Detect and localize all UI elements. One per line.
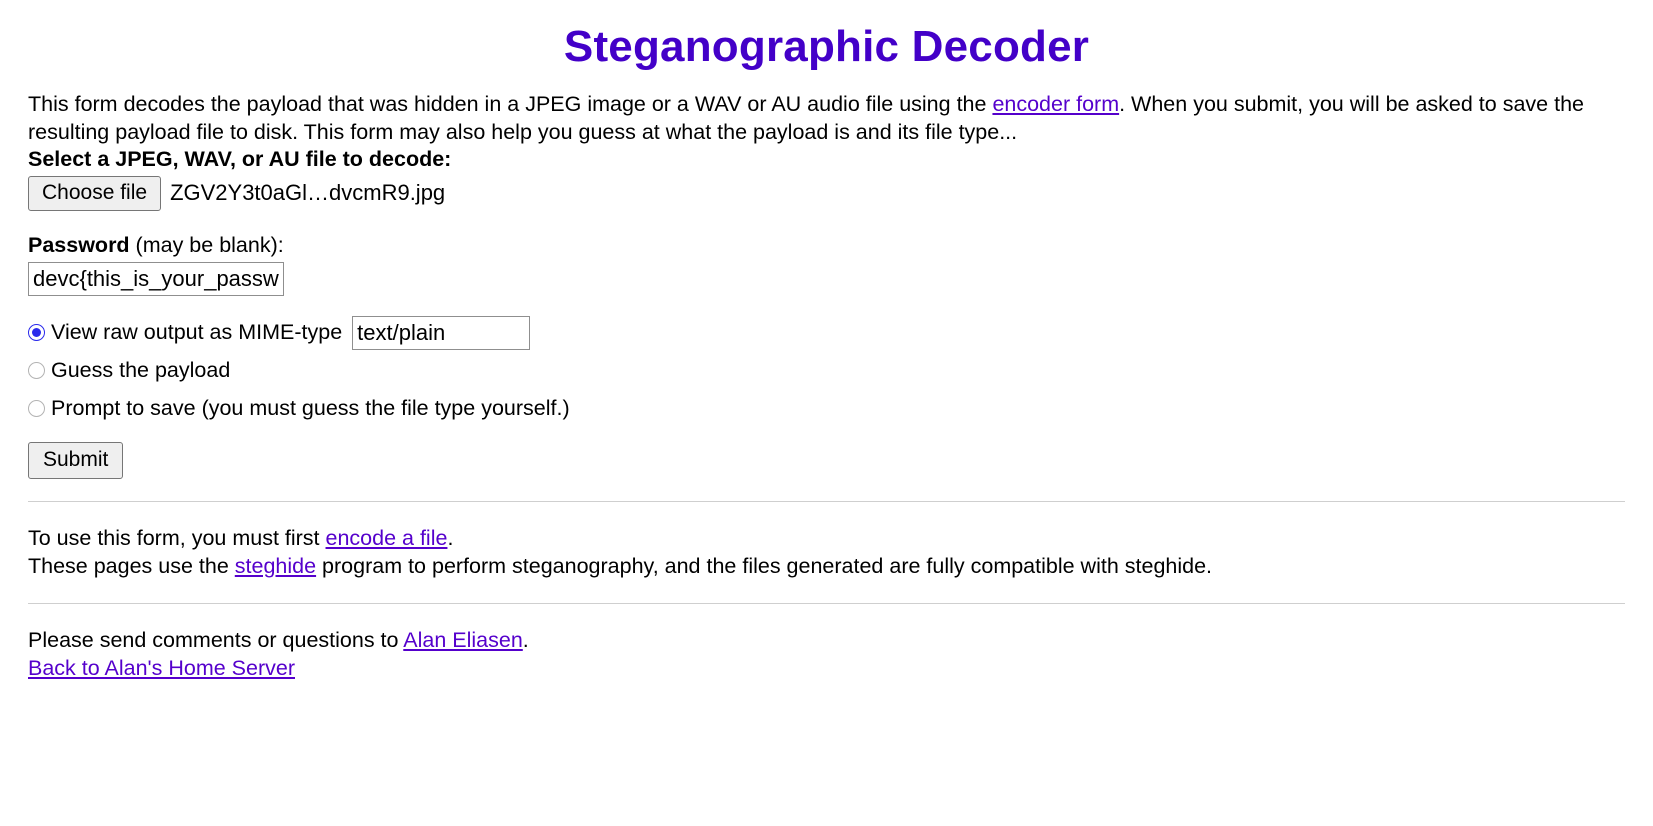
password-input[interactable] xyxy=(28,261,284,296)
mime-type-input[interactable] xyxy=(352,315,531,350)
password-label-bold: Password xyxy=(28,232,130,257)
file-input-row: Choose file ZGV2Y3t0aGl…dvcmR9.jpg xyxy=(28,175,1625,211)
intro-paragraph: This form decodes the payload that was h… xyxy=(28,90,1625,147)
radio-view-raw-icon[interactable] xyxy=(28,324,45,342)
contact-note-before: Please send comments or questions to xyxy=(28,627,404,652)
option-guess-payload-label: Guess the payload xyxy=(51,358,231,383)
steghide-note-after: program to perform steganography, and th… xyxy=(316,554,1213,579)
selected-file-name: ZGV2Y3t0aGl…dvcmR9.jpg xyxy=(170,180,446,206)
encode-note-after: . xyxy=(447,525,454,550)
alan-eliasen-link[interactable]: Alan Eliasen xyxy=(403,628,523,652)
file-field-label-text: Select a JPEG, WAV, or AU file to decode… xyxy=(28,146,452,171)
divider-bottom xyxy=(28,602,1625,604)
encoder-form-link[interactable]: encoder form xyxy=(992,92,1119,116)
page-container: Steganographic Decoder This form decodes… xyxy=(0,22,1653,682)
output-options-group: View raw output as MIME-type Guess the p… xyxy=(28,315,1625,424)
encode-a-file-link[interactable]: encode a file xyxy=(326,526,448,550)
radio-prompt-save-icon[interactable] xyxy=(28,400,45,418)
option-prompt-save-label: Prompt to save (you must guess the file … xyxy=(51,396,570,421)
option-view-raw-label: View raw output as MIME-type xyxy=(51,320,343,345)
steghide-note-before: These pages use the xyxy=(28,554,235,579)
file-field-label: Select a JPEG, WAV, or AU file to decode… xyxy=(28,147,1625,172)
steghide-note: These pages use the steghide program to … xyxy=(28,552,1625,580)
home-link-line: Back to Alan's Home Server xyxy=(28,654,1625,682)
steghide-link[interactable]: steghide xyxy=(235,554,316,578)
submit-button[interactable]: Submit xyxy=(28,441,124,479)
password-block: Password (may be blank): xyxy=(28,233,1625,296)
option-guess-payload-row[interactable]: Guess the payload xyxy=(28,356,1625,386)
password-label-rest: (may be blank): xyxy=(129,232,284,257)
option-prompt-save-row[interactable]: Prompt to save (you must guess the file … xyxy=(28,394,1625,424)
intro-text-before: This form decodes the payload that was h… xyxy=(28,92,993,116)
password-field-label: Password (may be blank): xyxy=(28,233,1625,258)
radio-guess-payload-icon[interactable] xyxy=(28,362,45,380)
divider-top xyxy=(28,500,1625,502)
contact-note-after: . xyxy=(522,627,529,652)
encode-note: To use this form, you must first encode … xyxy=(28,524,1625,552)
back-to-home-server-link[interactable]: Back to Alan's Home Server xyxy=(28,656,295,680)
page-title: Steganographic Decoder xyxy=(563,22,1090,71)
encode-note-before: To use this form, you must first xyxy=(28,525,326,550)
contact-note: Please send comments or questions to Ala… xyxy=(28,626,1625,654)
option-view-raw-row[interactable]: View raw output as MIME-type xyxy=(28,315,1625,350)
choose-file-button[interactable]: Choose file xyxy=(28,175,162,211)
